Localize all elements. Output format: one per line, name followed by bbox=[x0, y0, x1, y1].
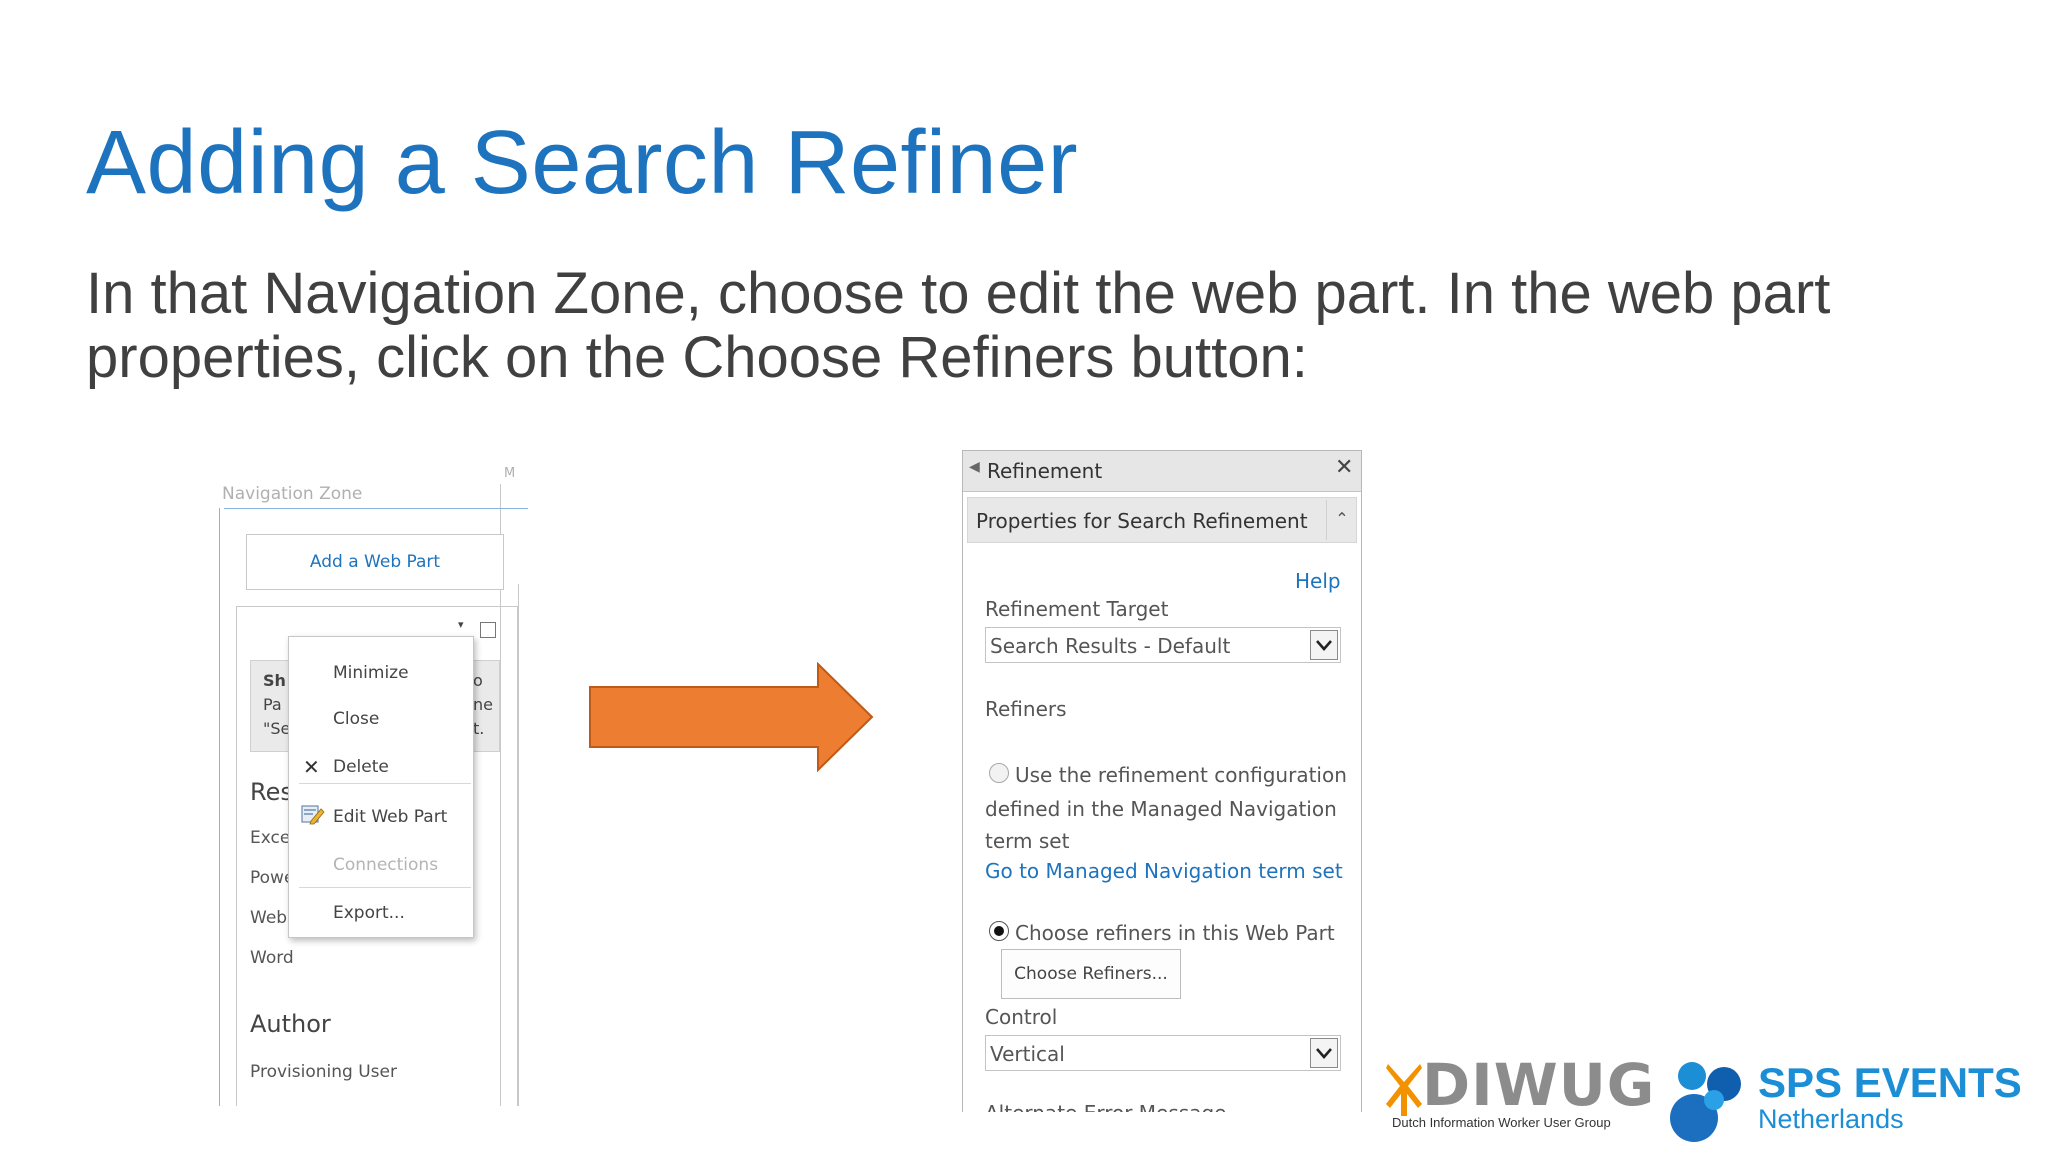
author-heading: Author bbox=[250, 1010, 331, 1038]
sps-wordmark: SPS EVENTS bbox=[1758, 1059, 2022, 1106]
orange-right-arrow bbox=[589, 662, 874, 772]
result-item[interactable]: Word bbox=[250, 948, 294, 968]
control-value: Vertical bbox=[990, 1042, 1065, 1066]
info-box-right-3: t. bbox=[473, 719, 485, 738]
slide-body: In that Navigation Zone, choose to edit … bbox=[86, 262, 1986, 390]
info-box-right-2: ne bbox=[473, 695, 493, 714]
choose-refiners-button[interactable]: Choose Refiners... bbox=[1001, 949, 1181, 999]
refinement-target-label: Refinement Target bbox=[985, 597, 1169, 621]
corner-label: M bbox=[504, 466, 516, 481]
option-webpart-label: Choose refiners in this Web Part bbox=[1015, 921, 1335, 945]
menu-item-close[interactable]: Close bbox=[333, 709, 379, 729]
control-label: Control bbox=[985, 1005, 1058, 1029]
slide-body-line-2: properties, click on the Choose Refiners… bbox=[86, 325, 1308, 390]
menu-item-connections: Connections bbox=[333, 855, 439, 875]
zone-top-border bbox=[224, 508, 528, 509]
navigation-zone-label: Navigation Zone bbox=[222, 484, 363, 504]
menu-separator bbox=[299, 887, 471, 888]
result-item[interactable]: Web bbox=[250, 908, 287, 928]
tool-pane-header: ◀ Refinement ✕ bbox=[963, 451, 1361, 492]
add-web-part-button[interactable]: Add a Web Part bbox=[246, 534, 504, 590]
info-box-line-3: "Se bbox=[263, 719, 291, 738]
option-managed-line-3: term set bbox=[985, 829, 1070, 853]
collapse-left-icon[interactable]: ◀ bbox=[969, 459, 980, 475]
refinement-target-value: Search Results - Default bbox=[990, 634, 1231, 658]
info-box-line-2: Pa bbox=[263, 695, 282, 714]
chevron-down-icon[interactable] bbox=[1310, 630, 1338, 660]
diwug-windmill-icon bbox=[1386, 1064, 1422, 1116]
help-link[interactable]: Help bbox=[1295, 569, 1341, 593]
refiners-label: Refiners bbox=[985, 697, 1067, 721]
diwug-wordmark: DIWUG bbox=[1422, 1051, 1656, 1119]
tool-pane-title: Refinement bbox=[987, 459, 1103, 483]
chevron-down-icon[interactable] bbox=[1310, 1038, 1338, 1068]
web-part-select-checkbox[interactable] bbox=[480, 622, 496, 638]
radio-managed-navigation[interactable] bbox=[989, 763, 1009, 783]
sps-bubbles-icon bbox=[1670, 1062, 1741, 1142]
option-managed-line-2: defined in the Managed Navigation bbox=[985, 797, 1337, 821]
control-dropdown[interactable]: Vertical bbox=[985, 1035, 1341, 1071]
radio-choose-in-webpart[interactable] bbox=[989, 921, 1009, 941]
option-managed-line-1: Use the refinement configuration bbox=[1015, 763, 1347, 787]
diwug-logo: DIWUG Dutch Information Worker User Grou… bbox=[1384, 1052, 1654, 1152]
web-part-context-menu: Minimize Close ✕ Delete Edit Web Part Co… bbox=[288, 636, 474, 938]
sps-events-logo: SPS EVENTS Netherlands bbox=[1666, 1052, 2022, 1152]
refinement-target-dropdown[interactable]: Search Results - Default bbox=[985, 627, 1341, 663]
collapse-section-icon[interactable]: ⌃ bbox=[1326, 500, 1357, 540]
diwug-tagline: Dutch Information Worker User Group bbox=[1392, 1115, 1611, 1130]
navigation-zone-screenshot: Navigation Zone M Add a Web Part ▾ Sh Pa… bbox=[216, 462, 536, 1106]
alternate-error-message-label: Alternate Error Message bbox=[985, 1101, 1226, 1112]
sps-subtitle: Netherlands bbox=[1758, 1104, 1904, 1134]
properties-section-title: Properties for Search Refinement bbox=[976, 509, 1308, 533]
web-part-menu-caret-icon[interactable]: ▾ bbox=[458, 618, 464, 631]
results-heading: Res bbox=[250, 778, 293, 806]
properties-section-header[interactable]: Properties for Search Refinement ⌃ bbox=[967, 497, 1357, 543]
refinement-tool-pane: ◀ Refinement ✕ Properties for Search Ref… bbox=[962, 450, 1362, 1112]
slide-title: Adding a Search Refiner bbox=[86, 113, 1079, 213]
menu-separator bbox=[299, 783, 471, 784]
menu-item-edit-web-part[interactable]: Edit Web Part bbox=[333, 807, 447, 827]
info-box-line-1: Sh bbox=[263, 671, 286, 690]
slide-body-line-1: In that Navigation Zone, choose to edit … bbox=[86, 261, 1831, 326]
info-box-right-1: o bbox=[473, 671, 483, 690]
managed-navigation-link[interactable]: Go to Managed Navigation term set bbox=[985, 859, 1343, 883]
delete-x-icon: ✕ bbox=[303, 755, 320, 779]
close-icon[interactable]: ✕ bbox=[1335, 455, 1353, 480]
edit-web-part-icon bbox=[301, 805, 325, 825]
radio-selected-dot bbox=[994, 926, 1004, 936]
outer-right-border bbox=[518, 584, 519, 1106]
menu-item-delete[interactable]: Delete bbox=[333, 757, 389, 777]
menu-item-export[interactable]: Export... bbox=[333, 903, 405, 923]
author-value[interactable]: Provisioning User bbox=[250, 1062, 397, 1082]
menu-item-minimize[interactable]: Minimize bbox=[333, 663, 409, 683]
zone-left-border bbox=[219, 508, 220, 1106]
